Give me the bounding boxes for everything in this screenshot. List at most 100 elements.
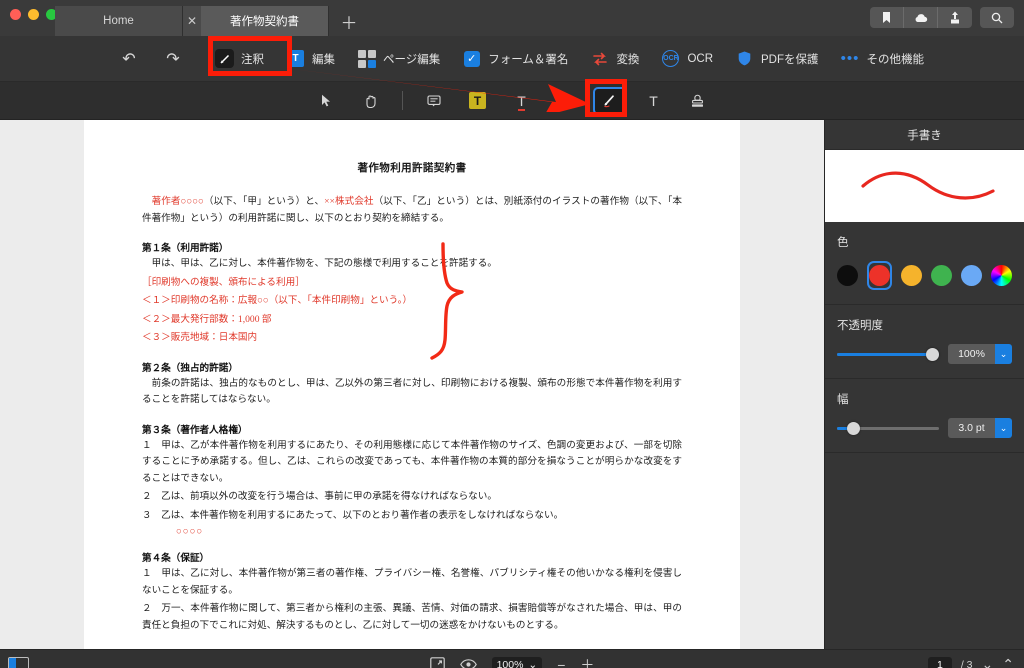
- pen-tool[interactable]: [592, 86, 627, 115]
- pdf-editor-window: Home ✕ 著作物契約書 ＋ ↶ ↷ 注釈 T 編集 ページ編集 ✓ フォーム…: [0, 0, 1024, 668]
- view-eye-icon[interactable]: [459, 657, 477, 668]
- chevron-down-icon[interactable]: ⌄: [528, 659, 537, 668]
- zoom-selector[interactable]: 100% ⌄: [491, 656, 543, 668]
- chevron-down-icon[interactable]: ⌄: [995, 418, 1012, 438]
- chevron-down-icon[interactable]: ⌄: [995, 344, 1012, 364]
- color-swatch-blue[interactable]: [961, 261, 982, 290]
- opacity-label: 不透明度: [837, 320, 883, 332]
- zoom-value: 100%: [496, 658, 524, 668]
- color-swatch-orange[interactable]: [901, 261, 922, 290]
- width-label: 幅: [837, 394, 849, 406]
- width-row: 3.0 pt ⌄: [837, 418, 1012, 438]
- stroke-preview: [825, 150, 1024, 222]
- ribbon-item-label: その他機能: [866, 53, 925, 66]
- pdf-page-1: 著作物利用許諾契約書 著作者○○○○（以下、「甲」という）と、××株式会社（以下…: [84, 120, 740, 649]
- form-sign-icon: ✓: [462, 49, 481, 68]
- ribbon-item-label: 注釈: [241, 53, 264, 66]
- zoom-out-button[interactable]: −: [557, 657, 565, 668]
- workspace: 著作物利用許諾契約書 著作者○○○○（以下、「甲」という）と、××株式会社（以下…: [0, 120, 1024, 649]
- share-icon[interactable]: [938, 7, 972, 28]
- tab-label: Home: [103, 15, 134, 27]
- status-center-group: 100% ⌄ − ＋: [429, 655, 594, 668]
- article-paragraph: １ 甲は、乙が本件著作物を利用するにあたり、その利用態様に応じて本件著作物のサイ…: [142, 439, 682, 484]
- width-section: 幅 3.0 pt ⌄: [825, 379, 1024, 453]
- article-heading: 第３条（著作者人格権）: [142, 424, 248, 436]
- opacity-stepper[interactable]: 100% ⌄: [948, 344, 1012, 364]
- ribbon-item-label: フォーム＆署名: [488, 53, 569, 66]
- color-section: 色: [825, 222, 1024, 305]
- prev-page-icon[interactable]: ⌃: [1002, 656, 1014, 668]
- search-button[interactable]: [980, 7, 1014, 28]
- close-window-button[interactable]: [10, 9, 21, 20]
- color-label: 色: [837, 237, 849, 249]
- cloud-icon[interactable]: [904, 7, 938, 28]
- opacity-value: 100%: [948, 344, 995, 364]
- select-arrow-tool[interactable]: [310, 87, 344, 115]
- panel-title: 手書き: [825, 120, 1024, 150]
- ribbon-item-protect-pdf[interactable]: PDFを保護: [724, 44, 830, 73]
- highlight-text-tool[interactable]: T: [461, 87, 495, 115]
- page-number-input[interactable]: 1: [928, 656, 952, 668]
- sticky-note-tool[interactable]: [417, 87, 451, 115]
- ocr-icon: OCR: [661, 49, 680, 68]
- opacity-slider[interactable]: [837, 347, 939, 361]
- article-paragraph: ２ 乙は、前項以外の改変を行う場合は、事前に甲の承諾を得なければならない。: [142, 491, 497, 502]
- ribbon-item-annotation[interactable]: 注釈: [204, 44, 275, 73]
- title-bar: Home ✕ 著作物契約書 ＋: [0, 0, 1024, 42]
- ribbon-item-label: 編集: [312, 53, 335, 66]
- page-edit-icon: [357, 49, 376, 68]
- tab-home[interactable]: Home: [55, 6, 183, 36]
- color-wheel-icon[interactable]: [991, 261, 1012, 290]
- new-tab-button[interactable]: ＋: [329, 6, 369, 36]
- undo-icon[interactable]: ↶: [120, 49, 138, 69]
- article-paragraph: ＜１＞印刷物の名称：広報○○（以下、「本件印刷物」という。）: [142, 295, 413, 306]
- article-paragraph: ［印刷物への複製、頒布による利用］: [142, 276, 305, 288]
- ribbon-item-convert[interactable]: 変換: [579, 44, 650, 73]
- color-swatch-green[interactable]: [931, 261, 952, 290]
- minimize-window-button[interactable]: [28, 9, 39, 20]
- width-stepper[interactable]: 3.0 pt ⌄: [948, 418, 1012, 438]
- article-heading: 第４条（保証）: [142, 553, 210, 564]
- width-slider[interactable]: [837, 421, 939, 435]
- strikethrough-text-tool[interactable]: T: [549, 87, 583, 115]
- tab-close-icon[interactable]: ✕: [183, 6, 201, 36]
- status-left-group: [8, 657, 29, 668]
- annotation-circles: ○○○○: [176, 526, 204, 537]
- article-paragraph: 甲は、甲は、乙に対し、本件著作物を、下記の態様で利用することを許諾する。: [151, 258, 497, 269]
- next-page-icon[interactable]: ⌄: [982, 656, 994, 668]
- opacity-section: 不透明度 100% ⌄: [825, 305, 1024, 379]
- tag-icon[interactable]: [870, 7, 904, 28]
- article-paragraph: ３ 乙は、本件著作物を利用するにあたって、以下のとおり著作者の表示をしなければな…: [142, 509, 564, 521]
- ribbon-item-page-edit[interactable]: ページ編集: [346, 44, 451, 73]
- ribbon-item-ocr[interactable]: OCR OCR: [650, 44, 724, 73]
- underline-text-tool[interactable]: T: [505, 87, 539, 115]
- ribbon-item-form-sign[interactable]: ✓ フォーム＆署名: [451, 44, 579, 73]
- stamp-tool[interactable]: [681, 87, 715, 115]
- redo-icon[interactable]: ↷: [164, 49, 182, 69]
- ribbon-item-edit[interactable]: T 編集: [275, 44, 346, 73]
- color-swatch-black[interactable]: [837, 261, 858, 290]
- sidebar-toggle-icon[interactable]: [8, 657, 29, 668]
- article-heading: 第２条（独占的許諾）: [142, 362, 238, 374]
- window-traffic-lights[interactable]: [10, 9, 57, 20]
- zoom-in-button[interactable]: ＋: [580, 655, 594, 668]
- status-bar: 100% ⌄ − ＋ 1 / 3 ⌄ ⌃: [0, 649, 1024, 668]
- fit-page-icon[interactable]: [429, 656, 445, 668]
- ribbon-item-label: ページ編集: [383, 53, 441, 66]
- ribbon-item-more[interactable]: ••• その他機能: [830, 44, 936, 73]
- hand-tool[interactable]: [354, 87, 388, 115]
- ribbon-item-label: PDFを保護: [761, 53, 819, 66]
- tab-document[interactable]: 著作物契約書: [201, 6, 329, 42]
- text-box-tool[interactable]: T: [637, 87, 671, 115]
- opacity-row: 100% ⌄: [837, 344, 1012, 364]
- document-intro-paragraph: 著作者○○○○（以下、「甲」という）と、××株式会社（以下、「乙」という）とは、…: [142, 194, 682, 227]
- protect-shield-icon: [735, 49, 754, 68]
- handwriting-properties-panel: 手書き 色 不透明度 100% ⌄ 幅 3.0 pt ⌄: [824, 120, 1024, 649]
- toolstrip-divider: [401, 91, 403, 110]
- intro-author: 著作者○○○○: [151, 196, 204, 207]
- article-paragraph: ＜２＞最大発行部数：1,000 部: [142, 313, 272, 325]
- main-ribbon: ↶ ↷ 注釈 T 編集 ページ編集 ✓ フォーム＆署名 変換 OCR OCR P…: [0, 36, 1024, 82]
- intro-text-a: （以下、「甲」という）と、: [203, 196, 325, 207]
- document-viewport[interactable]: 著作物利用許諾契約書 著作者○○○○（以下、「甲」という）と、××株式会社（以下…: [0, 120, 824, 649]
- color-swatch-red[interactable]: [867, 261, 892, 290]
